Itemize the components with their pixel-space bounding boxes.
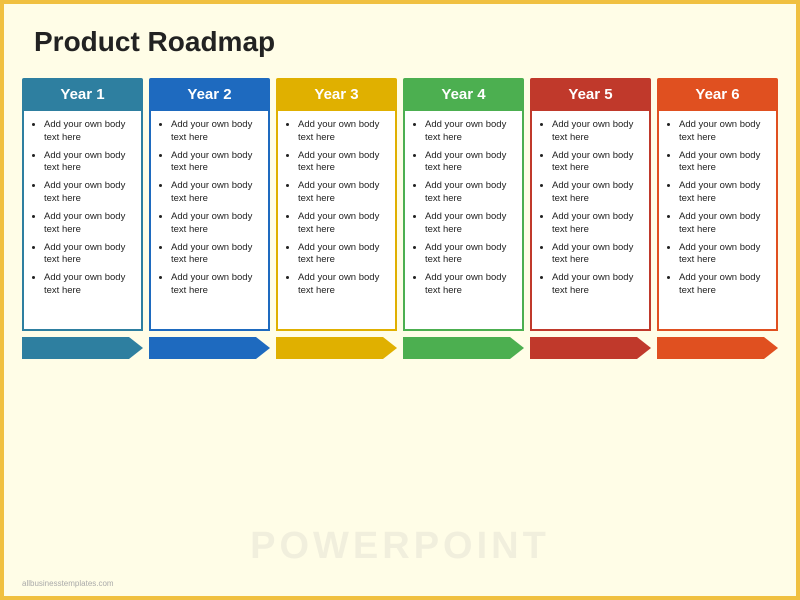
watermark: PowerPoint (250, 525, 550, 568)
list-item: Add your own body text here (679, 211, 770, 237)
list-item: Add your own body text here (298, 211, 389, 237)
year-header-4: Year 4 (403, 78, 524, 111)
page-title: Product Roadmap (4, 4, 796, 68)
list-item: Add your own body text here (298, 150, 389, 176)
list-item: Add your own body text here (171, 180, 262, 206)
list-item: Add your own body text here (44, 272, 135, 298)
list-item: Add your own body text here (298, 180, 389, 206)
list-item: Add your own body text here (171, 211, 262, 237)
arrow-2 (149, 333, 270, 363)
list-item: Add your own body text here (552, 180, 643, 206)
list-item: Add your own body text here (679, 180, 770, 206)
list-item: Add your own body text here (552, 242, 643, 268)
year-header-5: Year 5 (530, 78, 651, 111)
list-item: Add your own body text here (552, 119, 643, 145)
year-header-6: Year 6 (657, 78, 778, 111)
list-item: Add your own body text here (552, 211, 643, 237)
year-body-4: Add your own body text here Add your own … (403, 111, 524, 331)
list-item: Add your own body text here (44, 242, 135, 268)
list-item: Add your own body text here (171, 150, 262, 176)
list-item: Add your own body text here (425, 211, 516, 237)
list-item: Add your own body text here (552, 150, 643, 176)
footnote: allbusinesstemplates.com (22, 579, 114, 588)
list-item: Add your own body text here (298, 119, 389, 145)
list-item: Add your own body text here (425, 272, 516, 298)
year-body-5: Add your own body text here Add your own … (530, 111, 651, 331)
list-item: Add your own body text here (679, 242, 770, 268)
list-item: Add your own body text here (679, 272, 770, 298)
list-item: Add your own body text here (425, 242, 516, 268)
year-column-2: Year 2Add your own body text hereAdd you… (149, 78, 270, 331)
year-column-6: Year 6Add your own body text hereAdd you… (657, 78, 778, 331)
arrow-5 (530, 333, 651, 363)
arrow-4 (403, 333, 524, 363)
list-item: Add your own body text here (44, 150, 135, 176)
list-item: Add your own body text here (425, 150, 516, 176)
year-header-2: Year 2 (149, 78, 270, 111)
arrow-row (4, 333, 796, 363)
list-item: Add your own body text here (44, 180, 135, 206)
year-header-3: Year 3 (276, 78, 397, 111)
list-item: Add your own body text here (44, 119, 135, 145)
list-item: Add your own body text here (298, 242, 389, 268)
list-item: Add your own body text here (298, 272, 389, 298)
list-item: Add your own body text here (171, 242, 262, 268)
year-body-3: Add your own body text here Add your own … (276, 111, 397, 331)
list-item: Add your own body text here (425, 119, 516, 145)
arrow-3 (276, 333, 397, 363)
year-body-1: Add your own body text here Add your own … (22, 111, 143, 331)
year-column-4: Year 4Add your own body text hereAdd you… (403, 78, 524, 331)
list-item: Add your own body text here (171, 119, 262, 145)
roadmap-container: Year 1Add your own body text hereAdd you… (4, 68, 796, 331)
year-body-2: Add your own body text here Add your own … (149, 111, 270, 331)
list-item: Add your own body text here (552, 272, 643, 298)
year-header-1: Year 1 (22, 78, 143, 111)
arrow-6 (657, 333, 778, 363)
year-column-1: Year 1Add your own body text hereAdd you… (22, 78, 143, 331)
arrow-1 (22, 333, 143, 363)
list-item: Add your own body text here (171, 272, 262, 298)
year-column-3: Year 3Add your own body text hereAdd you… (276, 78, 397, 331)
year-column-5: Year 5Add your own body text hereAdd you… (530, 78, 651, 331)
year-body-6: Add your own body text here Add your own … (657, 111, 778, 331)
list-item: Add your own body text here (44, 211, 135, 237)
list-item: Add your own body text here (679, 150, 770, 176)
list-item: Add your own body text here (425, 180, 516, 206)
list-item: Add your own body text here (679, 119, 770, 145)
